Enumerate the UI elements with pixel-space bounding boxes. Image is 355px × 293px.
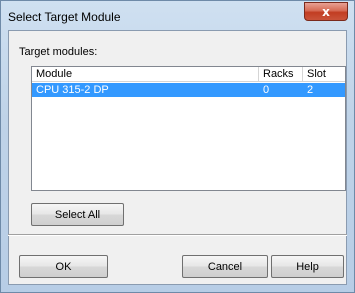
select-all-button[interactable]: Select All [31,203,124,226]
window-title: Select Target Module [8,10,121,24]
ok-button[interactable]: OK [19,255,108,278]
list-header: Module Racks Slot [32,67,345,82]
cell-module: CPU 315-2 DP [36,84,109,96]
target-modules-label: Target modules: [19,46,98,58]
column-header-racks[interactable]: Racks [259,67,303,81]
cell-racks: 0 [263,84,270,96]
help-button[interactable]: Help [271,255,344,278]
close-icon: x [322,4,330,19]
close-button[interactable]: x [304,2,348,21]
separator-line [8,234,347,236]
table-row[interactable]: CPU 315-2 DP 0 2 [32,83,345,97]
target-modules-list[interactable]: Module Racks Slot CPU 315-2 DP 0 2 [31,66,346,191]
column-header-slot[interactable]: Slot [303,67,345,81]
column-header-module[interactable]: Module [32,67,259,81]
cell-slot: 2 [307,84,314,96]
cancel-button[interactable]: Cancel [182,255,268,278]
